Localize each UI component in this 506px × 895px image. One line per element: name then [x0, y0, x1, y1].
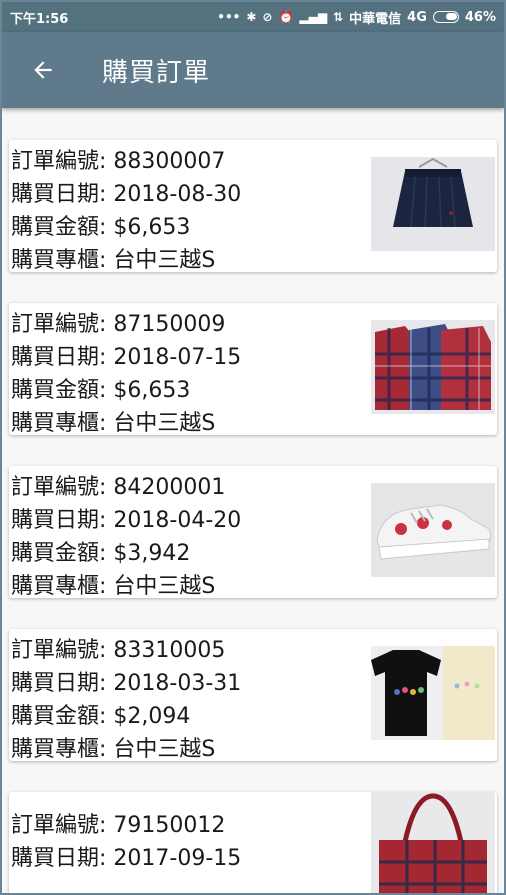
status-icons: ••• ✱ ⊘ ⏰ ▂▄▆ ⇅ 中華電信 4G 46% [217, 8, 496, 27]
status-time: 下午1:56 [10, 11, 69, 27]
order-date-row: 購買日期: 2017-09-15 [11, 846, 242, 871]
order-info: 訂單編號: 84200001 購買日期: 2018-04-20 購買金額: $3… [11, 471, 241, 603]
order-amount-row: 購買金額: $2,094 [11, 704, 191, 729]
network-type: 4G [407, 9, 427, 25]
order-date-row: 購買日期: 2018-03-31 [11, 671, 242, 696]
order-amount: $6,653 [113, 215, 191, 240]
order-date-row: 購買日期: 2018-07-15 [11, 345, 242, 370]
order-amount-row: 購買金額: $6,653 [11, 378, 191, 403]
page-title: 購買訂單 [102, 57, 211, 88]
order-date-row: 購買日期: 2018-08-30 [11, 182, 242, 207]
mute-icon: ⊘ [262, 10, 273, 24]
app-bar: 購買訂單 [2, 32, 504, 108]
order-amount: $6,653 [113, 378, 191, 403]
alarm-icon: ⏰ [278, 10, 294, 24]
order-counter: 台中三越S [113, 411, 216, 436]
order-card[interactable]: 訂單編號: 83310005 購買日期: 2018-03-31 購買金額: $2… [9, 629, 497, 762]
order-date: 2018-07-15 [113, 345, 242, 370]
order-amount: $2,094 [113, 704, 191, 729]
product-thumbnail-tote-bag[interactable] [371, 792, 495, 893]
order-number: 79150012 [113, 813, 226, 838]
order-amount-row: 購買金額: $3,942 [11, 541, 191, 566]
order-number-row: 訂單編號: 88300007 [11, 149, 226, 174]
order-counter-row: 購買專櫃: 台中三越S [11, 737, 216, 762]
order-counter: 台中三越S [113, 574, 216, 599]
carrier-name: 中華電信 [349, 11, 402, 27]
signal-icon: ▂▄▆ [299, 10, 328, 24]
order-number-row: 訂單編號: 87150009 [11, 312, 226, 337]
product-thumbnail-sneakers[interactable] [371, 483, 495, 577]
order-list[interactable]: 訂單編號: 88300007 購買日期: 2018-08-30 購買金額: $6… [2, 140, 504, 893]
order-counter-row: 購買專櫃: 台中三越S [11, 574, 216, 599]
phone-frame: 下午1:56 ••• ✱ ⊘ ⏰ ▂▄▆ ⇅ 中華電信 4G 46% 購買訂單 … [0, 0, 506, 895]
order-number-row: 訂單編號: 83310005 [11, 638, 226, 663]
data-transfer-icon: ⇅ [333, 10, 344, 24]
bluetooth-icon: ✱ [246, 10, 257, 24]
product-thumbnail-t-shirts[interactable] [371, 646, 495, 740]
order-amount-row: 購買金額: $6,653 [11, 215, 191, 240]
arrow-left-icon [34, 61, 52, 79]
order-date: 2018-08-30 [113, 182, 242, 207]
battery-level: 46% [464, 9, 496, 25]
order-card[interactable]: 訂單編號: 87150009 購買日期: 2018-07-15 購買金額: $6… [9, 303, 497, 436]
order-date: 2018-04-20 [113, 508, 242, 533]
more-icon: ••• [217, 10, 241, 24]
back-button[interactable] [26, 53, 60, 87]
order-number-row: 訂單編號: 79150012 [11, 813, 226, 838]
order-counter-row: 購買專櫃: 台中三越S [11, 411, 216, 436]
order-number: 88300007 [113, 149, 226, 174]
order-info: 訂單編號: 79150012 購買日期: 2017-09-15 [11, 809, 241, 875]
order-number: 83310005 [113, 638, 226, 663]
order-info: 訂單編號: 88300007 購買日期: 2018-08-30 購買金額: $6… [11, 145, 241, 277]
order-amount: $3,942 [113, 541, 191, 566]
order-date: 2017-09-15 [113, 846, 242, 871]
order-number: 87150009 [113, 312, 226, 337]
order-date: 2018-03-31 [113, 671, 242, 696]
order-number: 84200001 [113, 475, 226, 500]
order-card[interactable]: 訂單編號: 84200001 購買日期: 2018-04-20 購買金額: $3… [9, 466, 497, 599]
order-card[interactable]: 訂單編號: 79150012 購買日期: 2017-09-15 [9, 792, 497, 893]
status-bar: 下午1:56 ••• ✱ ⊘ ⏰ ▂▄▆ ⇅ 中華電信 4G 46% [2, 2, 504, 32]
order-counter-row: 購買專櫃: 台中三越S [11, 248, 216, 273]
order-counter: 台中三越S [113, 248, 216, 273]
battery-icon [432, 11, 459, 23]
product-thumbnail-skirt[interactable] [371, 157, 495, 251]
order-counter: 台中三越S [113, 737, 216, 762]
order-number-row: 訂單編號: 84200001 [11, 475, 226, 500]
order-card[interactable]: 訂單編號: 88300007 購買日期: 2018-08-30 購買金額: $6… [9, 140, 497, 273]
product-thumbnail-plaid-shirts[interactable] [371, 320, 495, 414]
order-info: 訂單編號: 87150009 購買日期: 2018-07-15 購買金額: $6… [11, 308, 241, 440]
order-info: 訂單編號: 83310005 購買日期: 2018-03-31 購買金額: $2… [11, 634, 241, 766]
order-date-row: 購買日期: 2018-04-20 [11, 508, 242, 533]
